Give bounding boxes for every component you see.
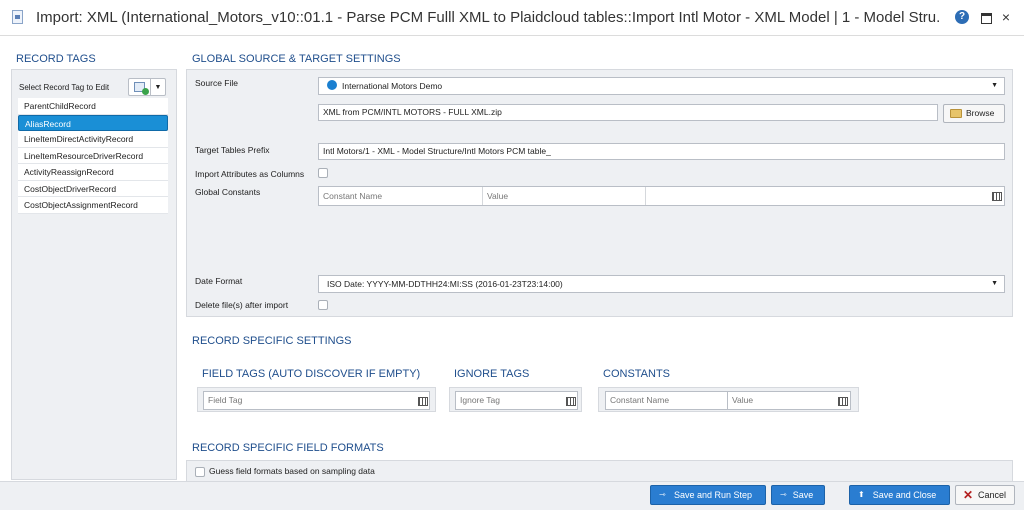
record-tag-item[interactable]: ActivityReassignRecord bbox=[18, 164, 168, 181]
ignore-tag-input[interactable]: Ignore Tag bbox=[455, 391, 578, 410]
record-tags-heading: RECORD TAGS bbox=[16, 53, 96, 65]
record-tag-item[interactable]: CostObjectAssignmentRecord bbox=[18, 197, 168, 214]
save-and-run-label: Save and Run Step bbox=[673, 490, 753, 500]
grid-edit-icon[interactable] bbox=[564, 395, 577, 407]
save-and-close-button[interactable]: ⬆ Save and Close bbox=[849, 485, 950, 505]
maximize-icon[interactable] bbox=[979, 10, 993, 24]
field-tag-input[interactable]: Field Tag bbox=[203, 391, 430, 410]
save-and-close-label: Save and Close bbox=[872, 490, 937, 500]
field-formats-heading: RECORD SPECIFIC FIELD FORMATS bbox=[192, 442, 384, 454]
cancel-label: Cancel bbox=[978, 490, 1007, 500]
delete-files-checkbox[interactable] bbox=[318, 300, 328, 310]
save-icon: ⇾ bbox=[659, 490, 666, 499]
save-label: Save bbox=[792, 490, 814, 500]
global-constants-label: Global Constants bbox=[195, 187, 261, 197]
global-constants-grid: Constant Name Value bbox=[318, 186, 1005, 206]
source-file-select[interactable]: International Motors Demo ▼ bbox=[318, 77, 1005, 95]
field-tags-heading: FIELD TAGS (AUTO DISCOVER IF EMPTY) bbox=[202, 368, 421, 380]
folder-icon bbox=[950, 109, 962, 118]
title-bar: Import: XML (International_Motors_v10::0… bbox=[0, 0, 1024, 36]
constant-name-input[interactable]: Constant Name bbox=[605, 391, 728, 410]
record-tag-dropdown-button[interactable]: ▼ bbox=[151, 78, 166, 96]
source-path-input[interactable]: XML from PCM/INTL MOTORS - FULL XML.zip bbox=[318, 104, 938, 121]
record-tag-item-selected[interactable]: AliasRecord bbox=[18, 114, 168, 131]
grid-edit-icon[interactable] bbox=[836, 395, 849, 407]
date-format-value: ISO Date: YYYY-MM-DDTHH24:MI:SS (2016-01… bbox=[327, 279, 563, 289]
grid-edit-icon[interactable] bbox=[990, 190, 1003, 202]
select-record-tag-label: Select Record Tag to Edit bbox=[19, 83, 110, 92]
source-icon bbox=[327, 80, 337, 90]
date-format-label: Date Format bbox=[195, 276, 243, 286]
target-prefix-label: Target Tables Prefix bbox=[195, 145, 270, 155]
record-tags-panel: Select Record Tag to Edit ▼ ParentChildR… bbox=[11, 69, 177, 480]
global-settings-heading: GLOBAL SOURCE & TARGET SETTINGS bbox=[192, 53, 401, 65]
add-icon bbox=[142, 88, 149, 95]
guess-formats-label: Guess field formats based on sampling da… bbox=[209, 466, 375, 476]
save-button[interactable]: ⇾ Save bbox=[771, 485, 825, 505]
constant-value-input[interactable]: Value bbox=[483, 187, 646, 205]
document-icon bbox=[12, 10, 23, 24]
help-icon[interactable]: ? bbox=[955, 10, 969, 24]
browse-label: Browse bbox=[966, 108, 995, 118]
import-attributes-label: Import Attributes as Columns bbox=[195, 169, 305, 179]
upload-icon: ⬆ bbox=[858, 490, 865, 499]
constant-value-input[interactable]: Value bbox=[727, 391, 851, 410]
constants-heading: CONSTANTS bbox=[603, 368, 671, 380]
chevron-down-icon: ▼ bbox=[991, 280, 998, 287]
record-tag-item[interactable]: LineItemDirectActivityRecord bbox=[18, 131, 168, 148]
grid-edit-icon[interactable] bbox=[416, 395, 429, 407]
browse-button[interactable]: Browse bbox=[943, 104, 1005, 123]
record-tag-item[interactable]: CostObjectDriverRecord bbox=[18, 180, 168, 197]
record-tag-item[interactable]: LineItemResourceDriverRecord bbox=[18, 147, 168, 164]
date-format-select[interactable]: ISO Date: YYYY-MM-DDTHH24:MI:SS (2016-01… bbox=[318, 275, 1005, 293]
save-icon: ⇾ bbox=[780, 490, 787, 499]
chevron-down-icon: ▼ bbox=[991, 82, 998, 89]
cancel-button[interactable]: ✕ Cancel bbox=[955, 485, 1015, 505]
delete-files-label: Delete file(s) after import bbox=[195, 300, 289, 310]
add-record-tag-button[interactable] bbox=[128, 78, 151, 96]
source-file-label: Source File bbox=[195, 78, 238, 88]
import-attributes-checkbox[interactable] bbox=[318, 168, 328, 178]
record-tag-list: ParentChildRecord AliasRecord LineItemDi… bbox=[18, 98, 168, 214]
record-tag-item[interactable]: ParentChildRecord bbox=[18, 98, 168, 115]
record-specific-heading: RECORD SPECIFIC SETTINGS bbox=[192, 335, 352, 347]
ignore-tags-heading: IGNORE TAGS bbox=[454, 368, 530, 380]
close-icon[interactable]: × bbox=[999, 10, 1013, 24]
source-file-value: International Motors Demo bbox=[342, 81, 443, 91]
guess-formats-checkbox[interactable] bbox=[195, 467, 205, 477]
save-and-run-button[interactable]: ⇾ Save and Run Step bbox=[650, 485, 766, 505]
target-prefix-input[interactable]: Intl Motors/1 - XML - Model Structure/In… bbox=[318, 143, 1005, 160]
constant-name-input[interactable]: Constant Name bbox=[319, 187, 483, 205]
cancel-icon: ✕ bbox=[963, 488, 974, 502]
window-title: Import: XML (International_Motors_v10::0… bbox=[36, 9, 941, 26]
